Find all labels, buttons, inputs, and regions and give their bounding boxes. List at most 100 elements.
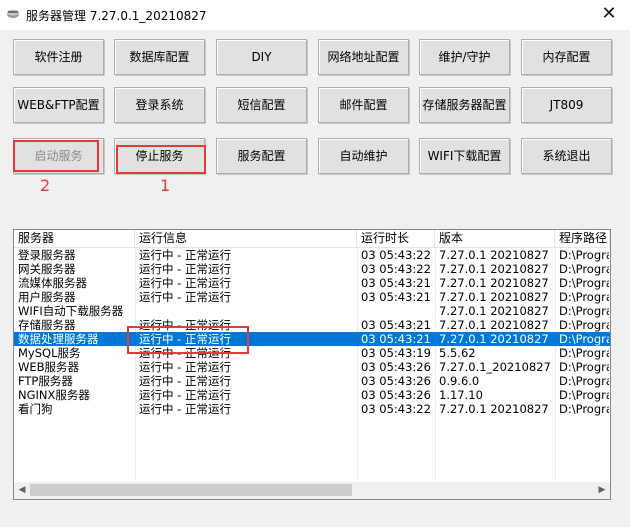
version-cell: 7.27.0.1 20210827	[439, 290, 549, 304]
table-row[interactable]: 流媒体服务器 运行中 - 正常运行 03 05:43:21 7.27.0.1 2021…	[14, 276, 610, 290]
web-ftp-config-button[interactable]: WEB&FTP配置	[13, 87, 104, 123]
start-service-button[interactable]: 启动服务	[13, 138, 104, 174]
version-cell: 7.27.0.1 20210827	[439, 318, 549, 332]
version-cell: 7.27.0.1 20210827	[439, 276, 549, 290]
uptime-cell: 03 05:43:19	[361, 346, 431, 360]
version-cell: 7.27.0.1 20210827	[439, 248, 549, 262]
server-name-cell: 数据处理服务器	[18, 332, 99, 346]
uptime-cell: 03 05:43:22	[361, 248, 431, 262]
version-cell: 5.5.62	[439, 346, 476, 360]
sms-config-button[interactable]: 短信配置	[216, 87, 307, 123]
annotation-label-2: 2	[40, 176, 51, 195]
path-cell: D:\Program	[559, 262, 609, 276]
path-cell: D:\Program	[559, 402, 609, 416]
register-button[interactable]: 软件注册	[13, 39, 104, 75]
list-rows: 登录服务器 运行中 - 正常运行 03 05:43:22 7.27.0.1 20210…	[14, 248, 610, 416]
path-cell: D:\Program	[559, 346, 609, 360]
status-cell: 运行中 - 正常运行	[139, 332, 231, 346]
annotation-label-1: 1	[160, 176, 171, 195]
database-config-button[interactable]: 数据库配置	[114, 39, 205, 75]
table-row[interactable]: MySQL服务 运行中 - 正常运行 03 05:43:19 5.5.62 D:\Pro…	[14, 346, 610, 360]
column-header-server[interactable]: 服务器	[14, 230, 135, 247]
uptime-cell: 03 05:43:21	[361, 276, 431, 290]
path-cell: D:\Program	[559, 332, 609, 346]
server-name-cell: FTP服务器	[18, 374, 73, 388]
server-name-cell: NGINX服务器	[18, 388, 90, 402]
diy-button[interactable]: DIY	[216, 39, 307, 75]
table-row[interactable]: WEB服务器 运行中 - 正常运行 03 05:43:26 7.27.0.1_2021…	[14, 360, 610, 374]
status-cell: 运行中 - 正常运行	[139, 262, 231, 276]
server-name-cell: 看门狗	[18, 402, 53, 416]
column-header-path[interactable]: 程序路径	[555, 230, 610, 247]
list-header: 服务器 运行信息 运行时长 版本 程序路径	[14, 230, 610, 248]
path-cell: D:\Program	[559, 304, 609, 318]
app-icon	[7, 9, 19, 18]
server-name-cell: MySQL服务	[18, 346, 81, 360]
auto-maintenance-button[interactable]: 自动维护	[318, 138, 409, 174]
table-row[interactable]: 数据处理服务器 运行中 - 正常运行 03 05:43:21 7.27.0.1 202…	[14, 332, 610, 346]
stop-service-button[interactable]: 停止服务	[114, 138, 205, 174]
path-cell: D:\Program	[559, 248, 609, 262]
table-row[interactable]: 用户服务器 运行中 - 正常运行 03 05:43:21 7.27.0.1 20210…	[14, 290, 610, 304]
path-cell: D:\Program	[559, 318, 609, 332]
server-name-cell: 存储服务器	[18, 318, 76, 332]
status-cell: 运行中 - 正常运行	[139, 388, 231, 402]
status-cell: 运行中 - 正常运行	[139, 346, 231, 360]
column-header-uptime[interactable]: 运行时长	[357, 230, 435, 247]
table-row[interactable]: NGINX服务器 运行中 - 正常运行 03 05:43:26 1.17.10 D:\P…	[14, 388, 610, 402]
status-cell: 运行中 - 正常运行	[139, 318, 231, 332]
status-cell: 运行中 - 正常运行	[139, 290, 231, 304]
column-header-status[interactable]: 运行信息	[135, 230, 357, 247]
status-cell: 运行中 - 正常运行	[139, 374, 231, 388]
uptime-cell: 03 05:43:22	[361, 402, 431, 416]
jt809-button[interactable]: JT809	[521, 87, 612, 123]
table-row[interactable]: 存储服务器 运行中 - 正常运行 03 05:43:21 7.27.0.1 20210…	[14, 318, 610, 332]
status-cell: 运行中 - 正常运行	[139, 248, 231, 262]
uptime-cell: 03 05:43:22	[361, 262, 431, 276]
uptime-cell: 03 05:43:26	[361, 360, 431, 374]
server-manager-window: 服务器管理 7.27.0.1_20210827 ✕ 软件注册 数据库配置 DIY 网络…	[0, 0, 630, 527]
network-config-button[interactable]: 网络地址配置	[318, 39, 409, 75]
version-cell: 7.27.0.1 20210827	[439, 304, 549, 318]
table-row[interactable]: 登录服务器 运行中 - 正常运行 03 05:43:22 7.27.0.1 20210…	[14, 248, 610, 262]
table-row[interactable]: WIFI自动下载服务器 7.27.0.1 20210827 D:\Program	[14, 304, 610, 318]
table-row[interactable]: 看门狗 运行中 - 正常运行 03 05:43:22 7.27.0.1 2021082…	[14, 402, 610, 416]
memory-config-button[interactable]: 内存配置	[521, 39, 612, 75]
server-list[interactable]: 服务器 运行信息 运行时长 版本 程序路径 登录服务器 运行中 - 正常运行 03 …	[13, 229, 611, 500]
maintenance-button[interactable]: 维护/守护	[419, 39, 510, 75]
service-config-button[interactable]: 服务配置	[216, 138, 307, 174]
window-title: 服务器管理 7.27.0.1_20210827	[26, 9, 207, 23]
server-name-cell: 用户服务器	[18, 290, 76, 304]
version-cell: 7.27.0.1 20210827	[439, 402, 549, 416]
version-cell: 0.9.6.0	[439, 374, 480, 388]
version-cell: 7.27.0.1_20210827	[439, 360, 551, 374]
path-cell: D:\Program	[559, 374, 609, 388]
uptime-cell: 03 05:43:26	[361, 374, 431, 388]
mail-config-button[interactable]: 邮件配置	[318, 87, 409, 123]
server-name-cell: 网关服务器	[18, 262, 76, 276]
server-name-cell: WEB服务器	[18, 360, 80, 374]
scroll-right-icon[interactable]: ▶	[594, 482, 610, 499]
path-cell: D:\Program	[559, 276, 609, 290]
storage-server-config-button[interactable]: 存储服务器配置	[419, 87, 510, 123]
path-cell: D:\Program	[559, 290, 609, 304]
table-row[interactable]: 网关服务器 运行中 - 正常运行 03 05:43:22 7.27.0.1 20210…	[14, 262, 610, 276]
wifi-download-config-button[interactable]: WIFI下载配置	[419, 138, 510, 174]
table-row[interactable]: FTP服务器 运行中 - 正常运行 03 05:43:26 0.9.6.0 D:\Pro…	[14, 374, 610, 388]
version-cell: 7.27.0.1 20210827	[439, 262, 549, 276]
scroll-thumb[interactable]	[30, 484, 352, 496]
path-cell: D:\Program	[559, 388, 609, 402]
status-cell: 运行中 - 正常运行	[139, 276, 231, 290]
login-system-button[interactable]: 登录系统	[114, 87, 205, 123]
version-cell: 1.17.10	[439, 388, 483, 402]
uptime-cell: 03 05:43:21	[361, 332, 431, 346]
horizontal-scrollbar[interactable]: ◀ ▶	[14, 482, 610, 499]
title-bar[interactable]: 服务器管理 7.27.0.1_20210827 ✕	[0, 0, 630, 30]
scroll-left-icon[interactable]: ◀	[14, 482, 30, 499]
column-header-version[interactable]: 版本	[435, 230, 555, 247]
status-cell: 运行中 - 正常运行	[139, 402, 231, 416]
server-name-cell: WIFI自动下载服务器	[18, 304, 124, 318]
close-icon[interactable]: ✕	[588, 0, 630, 30]
path-cell: D:\Program	[559, 360, 609, 374]
exit-system-button[interactable]: 系统退出	[521, 138, 612, 174]
